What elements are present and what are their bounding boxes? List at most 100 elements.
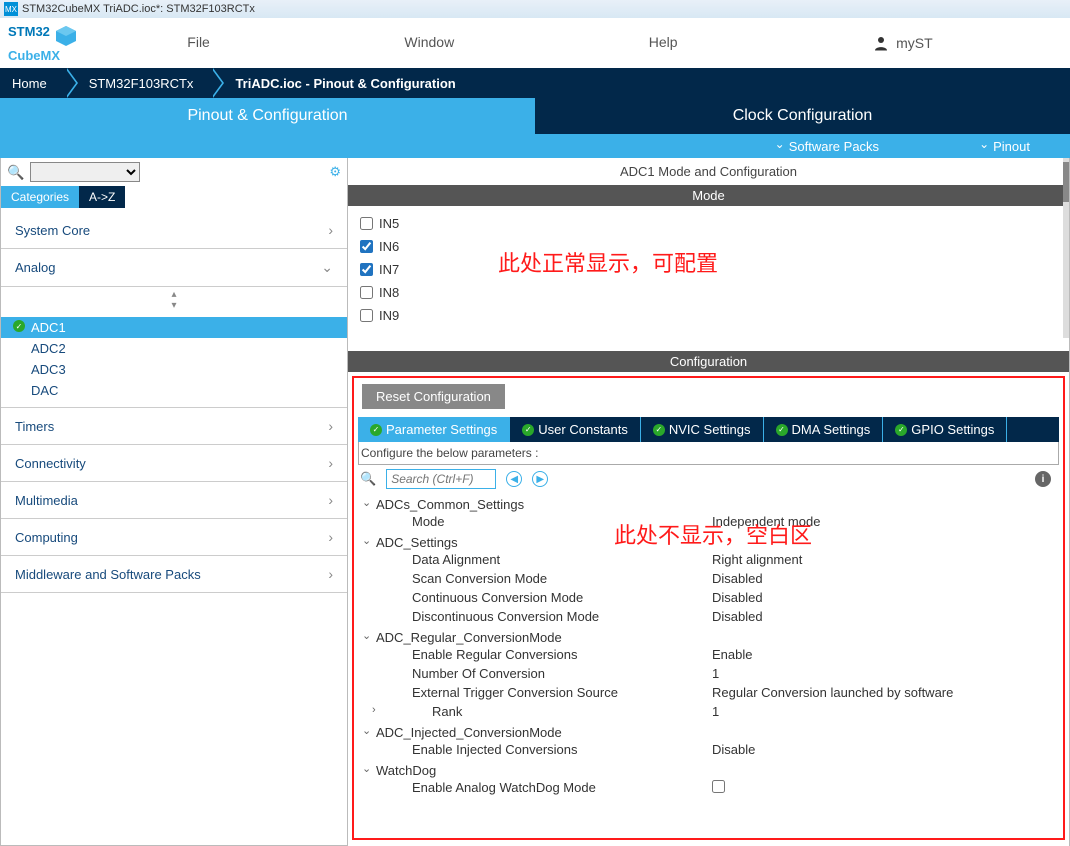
checkbox-in9[interactable] (360, 309, 373, 322)
annotation-2: 此处不显示，空白区 (614, 518, 812, 550)
check-icon: ✓ (895, 424, 907, 436)
param-row-enable-regular[interactable]: Enable Regular ConversionsEnable (362, 645, 1055, 664)
sort-icon[interactable]: ▴▾ (1, 287, 347, 313)
checkbox-in8[interactable] (360, 286, 373, 299)
info-icon[interactable]: i (1035, 471, 1051, 487)
window-titlebar: MX STM32CubeMX TriADC.ioc*: STM32F103RCT… (0, 0, 1070, 18)
chevron-right-icon (328, 418, 333, 434)
param-row-rank[interactable]: Rank1 (362, 702, 1055, 721)
sidebar-group-multimedia[interactable]: Multimedia (1, 482, 347, 519)
param-row-enable-watchdog[interactable]: Enable Analog WatchDog Mode (362, 778, 1055, 798)
pinout-dropdown[interactable]: Pinout (979, 139, 1030, 154)
sidebar-tab-categories[interactable]: Categories (1, 186, 79, 208)
chevron-right-icon (328, 455, 333, 471)
tab-clock-config[interactable]: Clock Configuration (535, 98, 1070, 134)
param-group-header[interactable]: ADC_Injected_ConversionMode (362, 725, 1055, 740)
workspace: 🔍 ⚙ Categories A->Z System Core Analog ▴… (0, 158, 1070, 846)
checkbox-in7[interactable] (360, 263, 373, 276)
sidebar-search-row: 🔍 ⚙ (1, 158, 347, 186)
main-tabs: Pinout & Configuration Clock Configurati… (0, 98, 1070, 134)
checkbox-in5[interactable] (360, 217, 373, 230)
breadcrumb-project[interactable]: TriADC.ioc - Pinout & Configuration (211, 68, 473, 98)
sidebar: 🔍 ⚙ Categories A->Z System Core Analog ▴… (0, 158, 348, 846)
top-menu: File Window Help mySТ (90, 34, 1070, 52)
param-row-discontinuous-conversion[interactable]: Discontinuous Conversion ModeDisabled (362, 607, 1055, 626)
param-row-external-trigger[interactable]: External Trigger Conversion SourceRegula… (362, 683, 1055, 702)
prev-icon[interactable]: ◀ (506, 471, 522, 487)
check-icon: ✓ (653, 424, 665, 436)
param-row-continuous-conversion[interactable]: Continuous Conversion ModeDisabled (362, 588, 1055, 607)
sidebar-item-adc1[interactable]: ✓ADC1 (1, 317, 347, 338)
chevron-right-icon[interactable] (372, 704, 384, 716)
breadcrumb-chip[interactable]: STM32F103RCTx (65, 68, 212, 98)
search-icon[interactable]: 🔍 (360, 471, 376, 487)
check-icon: ✓ (522, 424, 534, 436)
tab-pinout-config[interactable]: Pinout & Configuration (0, 98, 535, 134)
param-group-header[interactable]: ADCs_Common_Settings (362, 497, 1055, 512)
chevron-right-icon (328, 492, 333, 508)
param-row-number-conversion[interactable]: Number Of Conversion1 (362, 664, 1055, 683)
configuration-panel: 此处不显示，空白区 Reset Configuration ✓Parameter… (352, 376, 1065, 840)
param-row-scan-conversion[interactable]: Scan Conversion ModeDisabled (362, 569, 1055, 588)
checkbox-watchdog[interactable] (712, 780, 725, 793)
menu-myst[interactable]: mySТ (872, 34, 933, 52)
tab-dma-settings[interactable]: ✓DMA Settings (764, 417, 884, 442)
sidebar-body: System Core Analog ▴▾ ✓ADC1 ADC2 ADC3 DA… (1, 208, 347, 597)
logo: STM32 CubeMX (0, 22, 90, 65)
param-row-data-alignment[interactable]: Data AlignmentRight alignment (362, 550, 1055, 569)
window-title: STM32CubeMX TriADC.ioc*: STM32F103RCTx (22, 3, 255, 15)
sidebar-tab-az[interactable]: A->Z (79, 186, 125, 208)
tab-user-constants[interactable]: ✓User Constants (510, 417, 641, 442)
gear-icon[interactable]: ⚙ (329, 164, 341, 180)
mode-row-in9: IN9 (360, 304, 1057, 327)
param-group-watchdog: WatchDog Enable Analog WatchDog Mode (362, 761, 1055, 800)
reset-configuration-button[interactable]: Reset Configuration (362, 384, 505, 409)
configuration-header: Configuration (348, 351, 1069, 372)
sidebar-tabs: Categories A->Z (1, 186, 347, 208)
myst-label: mySТ (896, 35, 933, 51)
tab-nvic-settings[interactable]: ✓NVIC Settings (641, 417, 764, 442)
main-panel: ADC1 Mode and Configuration Mode IN5 IN6… (348, 158, 1070, 846)
sidebar-group-timers[interactable]: Timers (1, 408, 347, 445)
menu-window[interactable]: Window (404, 34, 454, 52)
config-tabs: ✓Parameter Settings ✓User Constants ✓NVI… (358, 417, 1059, 442)
app-icon: MX (4, 2, 18, 16)
sidebar-group-middleware[interactable]: Middleware and Software Packs (1, 556, 347, 593)
mode-row-in8: IN8 (360, 281, 1057, 304)
sidebar-group-system-core[interactable]: System Core (1, 212, 347, 249)
breadcrumb-home[interactable]: Home (0, 68, 65, 98)
checkbox-in6[interactable] (360, 240, 373, 253)
sidebar-item-adc2[interactable]: ADC2 (1, 338, 347, 359)
menu-help[interactable]: Help (649, 34, 678, 52)
param-group-regular-conversion: ADC_Regular_ConversionMode Enable Regula… (362, 628, 1055, 723)
param-row-enable-injected[interactable]: Enable Injected ConversionsDisable (362, 740, 1055, 759)
user-icon (872, 34, 890, 52)
menu-file[interactable]: File (187, 34, 210, 52)
mode-row-in5: IN5 (360, 212, 1057, 235)
param-group-header[interactable]: WatchDog (362, 763, 1055, 778)
logo-cubemx: CubeMX (8, 48, 60, 63)
config-search-input[interactable] (386, 469, 496, 489)
sidebar-search-select[interactable] (30, 162, 140, 182)
param-group-injected-conversion: ADC_Injected_ConversionMode Enable Injec… (362, 723, 1055, 761)
check-icon: ✓ (370, 424, 382, 436)
chevron-right-icon (328, 222, 333, 238)
sidebar-item-dac[interactable]: DAC (1, 380, 347, 401)
tab-parameter-settings[interactable]: ✓Parameter Settings (358, 417, 510, 442)
chevron-right-icon (328, 566, 333, 582)
software-packs-dropdown[interactable]: Software Packs (775, 139, 879, 154)
sidebar-item-adc3[interactable]: ADC3 (1, 359, 347, 380)
param-group-header[interactable]: ADC_Regular_ConversionMode (362, 630, 1055, 645)
sidebar-group-connectivity[interactable]: Connectivity (1, 445, 347, 482)
mode-header: Mode (348, 185, 1069, 206)
tab-gpio-settings[interactable]: ✓GPIO Settings (883, 417, 1007, 442)
sub-toolbar: Software Packs Pinout (0, 134, 1070, 158)
chevron-right-icon (328, 529, 333, 545)
sidebar-group-analog[interactable]: Analog (1, 249, 347, 287)
sidebar-analog-items: ✓ADC1 ADC2 ADC3 DAC (1, 313, 347, 407)
sidebar-group-computing[interactable]: Computing (1, 519, 347, 556)
scrollbar-thumb[interactable] (1063, 162, 1069, 202)
next-icon[interactable]: ▶ (532, 471, 548, 487)
config-description: Configure the below parameters : (358, 442, 1059, 465)
search-icon[interactable]: 🔍 (7, 164, 24, 181)
